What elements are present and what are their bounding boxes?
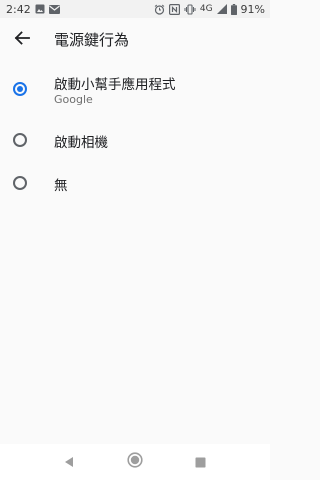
- option-assistant[interactable]: 啟動小幫手應用程式 Google: [0, 64, 270, 116]
- option-none[interactable]: 無: [0, 161, 270, 205]
- alarm-icon: [154, 4, 165, 15]
- vibrate-icon: [184, 3, 196, 15]
- app-bar: 電源鍵行為: [0, 18, 270, 62]
- status-bar: 2:42 4G 91%: [0, 0, 270, 18]
- option-label: 啟動相機: [54, 135, 108, 151]
- home-circle-icon: [127, 452, 143, 472]
- option-label: 啟動小幫手應用程式: [54, 77, 176, 93]
- radio-camera[interactable]: [13, 133, 27, 147]
- back-triangle-icon: [63, 453, 75, 472]
- back-button[interactable]: [8, 26, 36, 54]
- nav-home-button[interactable]: [123, 450, 147, 474]
- signal-icon: [216, 4, 227, 14]
- option-sublabel: Google: [54, 93, 93, 106]
- option-camera[interactable]: 啟動相機: [0, 118, 270, 162]
- back-arrow-icon: [14, 30, 30, 50]
- status-left: 2:42: [6, 0, 60, 18]
- network-type: 4G: [199, 4, 213, 14]
- status-right: 4G 91%: [154, 0, 265, 18]
- navigation-bar: [0, 444, 270, 480]
- battery-percent: 91%: [240, 2, 265, 16]
- page-title: 電源鍵行為: [54, 31, 130, 49]
- status-time: 2:42: [6, 2, 31, 16]
- radio-assistant[interactable]: [13, 82, 27, 96]
- image-icon: [35, 4, 45, 14]
- option-label: 無: [54, 178, 68, 194]
- radio-none[interactable]: [13, 176, 27, 190]
- nav-back-button[interactable]: [57, 450, 81, 474]
- mail-icon: [48, 4, 60, 14]
- recents-square-icon: [195, 453, 206, 472]
- nfc-icon: [168, 3, 180, 15]
- nav-recents-button[interactable]: [188, 450, 212, 474]
- battery-icon: [230, 3, 237, 15]
